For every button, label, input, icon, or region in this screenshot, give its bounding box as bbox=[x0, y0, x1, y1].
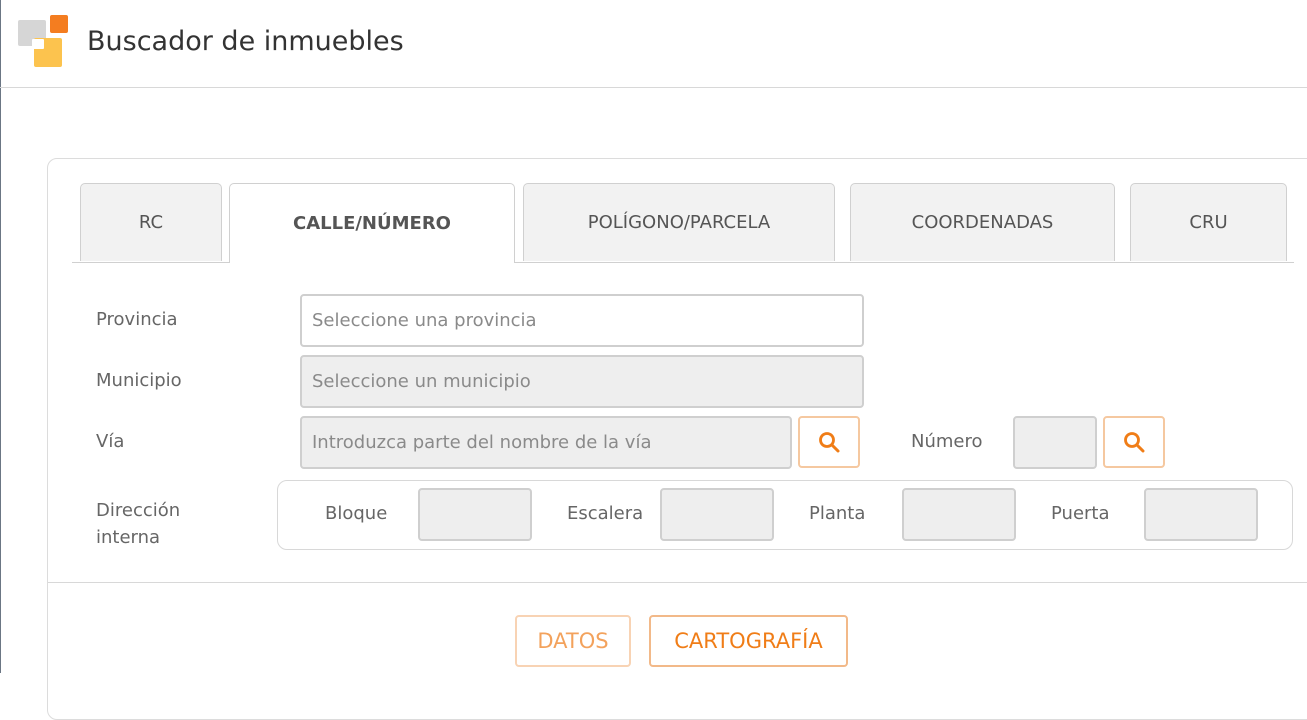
tab-coordenadas[interactable]: COORDENADAS bbox=[850, 183, 1115, 261]
escalera-label: Escalera bbox=[567, 503, 644, 524]
tab-cru[interactable]: CRU bbox=[1130, 183, 1287, 261]
numero-input[interactable] bbox=[1013, 416, 1097, 469]
search-icon bbox=[1124, 432, 1145, 453]
via-search-button[interactable] bbox=[798, 416, 860, 468]
tab-poligono-parcela[interactable]: POLÍGONO/PARCELA bbox=[523, 183, 835, 261]
puerta-label: Puerta bbox=[1051, 503, 1110, 524]
header-bar: Buscador de inmuebles bbox=[0, 0, 1307, 88]
municipio-label: Municipio bbox=[96, 370, 182, 391]
puerta-input[interactable] bbox=[1144, 488, 1258, 541]
bloque-label: Bloque bbox=[325, 503, 388, 524]
cartografia-button[interactable]: CARTOGRAFÍA bbox=[649, 615, 848, 667]
planta-label: Planta bbox=[809, 503, 866, 524]
direccion-interna-label-line2: interna bbox=[96, 527, 161, 548]
datos-button[interactable]: DATOS bbox=[515, 615, 631, 667]
escalera-input[interactable] bbox=[660, 488, 774, 541]
tab-calle-numero[interactable]: CALLE/NÚMERO bbox=[229, 183, 515, 263]
provincia-label: Provincia bbox=[96, 309, 178, 330]
tab-rc[interactable]: RC bbox=[80, 183, 222, 261]
page-title: Buscador de inmuebles bbox=[87, 26, 404, 57]
app-logo-icon bbox=[16, 14, 70, 68]
bloque-input[interactable] bbox=[418, 488, 532, 541]
via-label: Vía bbox=[96, 431, 125, 452]
search-icon bbox=[819, 432, 840, 453]
numero-label: Número bbox=[911, 431, 983, 452]
window-left-edge bbox=[0, 0, 1, 673]
planta-input[interactable] bbox=[902, 488, 1016, 541]
municipio-select[interactable]: Seleccione un municipio bbox=[300, 355, 864, 408]
direccion-interna-label-line1: Dirección bbox=[96, 500, 181, 521]
via-input[interactable]: Introduzca parte del nombre de la vía bbox=[300, 416, 792, 469]
actions-divider bbox=[48, 582, 1307, 583]
provincia-select[interactable]: Seleccione una provincia bbox=[300, 294, 864, 347]
numero-search-button[interactable] bbox=[1103, 416, 1165, 468]
